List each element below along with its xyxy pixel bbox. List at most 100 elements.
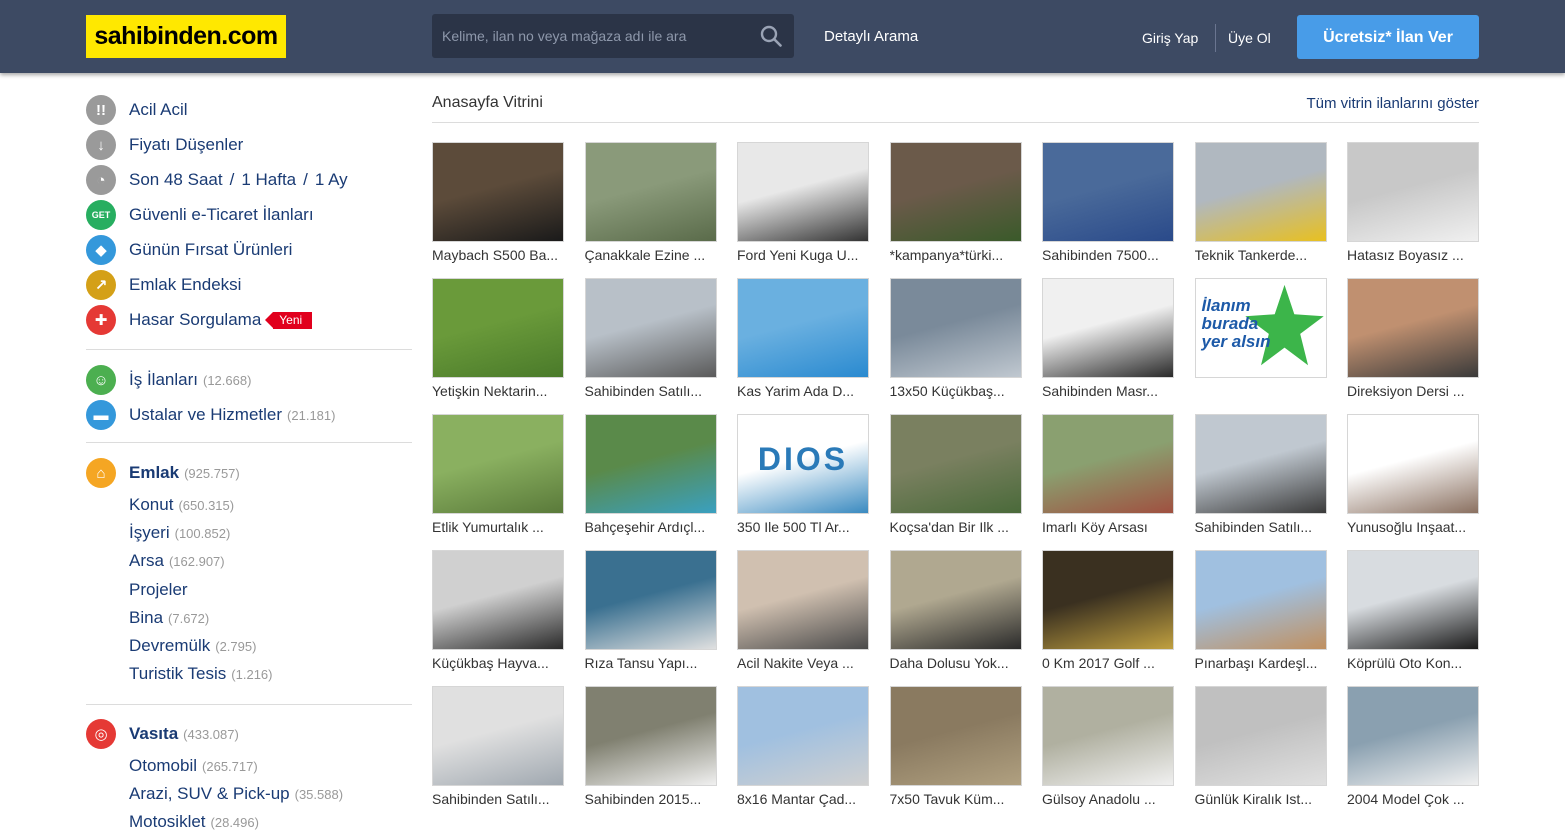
listing-title[interactable]: Köprülü Oto Kon... <box>1347 655 1479 671</box>
listing-title[interactable]: Yunusoğlu Inşaat... <box>1347 519 1479 535</box>
listing-title[interactable]: Günlük Kiralık Ist... <box>1195 791 1327 807</box>
listing-tile[interactable]: Sahibinden Masr... <box>1042 278 1174 399</box>
listing-tile[interactable]: İlanım burada yer alsın <box>1194 278 1327 383</box>
listing-tile[interactable]: Küçükbaş Hayva... <box>432 550 564 671</box>
listing-title[interactable]: 7x50 Tavuk Küm... <box>890 791 1022 807</box>
sidebar-quick-item[interactable]: ↗ Emlak Endeksi <box>86 270 241 300</box>
sidebar-quick-item-label[interactable]: Güvenli e-Ticaret İlanları <box>129 205 314 225</box>
listing-title[interactable]: 0 Km 2017 Golf ... <box>1042 655 1174 671</box>
listing-thumbnail[interactable] <box>432 142 564 242</box>
listing-tile[interactable]: Etlik Yumurtalık ... <box>432 414 564 535</box>
listing-thumbnail[interactable] <box>1347 414 1479 514</box>
listing-title[interactable]: Sahibinden Satılı... <box>432 791 564 807</box>
listing-title[interactable]: Sahibinden 2015... <box>585 791 717 807</box>
subcategory-item[interactable]: Arsa (162.907) <box>129 551 225 571</box>
listing-thumbnail[interactable] <box>1194 414 1327 514</box>
listing-thumbnail[interactable] <box>1347 550 1479 650</box>
listing-tile[interactable]: Sahibinden Satılı... <box>1194 414 1327 535</box>
listing-thumbnail[interactable] <box>1042 414 1174 514</box>
sidebar-service-item-label[interactable]: Ustalar ve Hizmetler <box>129 405 282 425</box>
listing-title[interactable]: Yetişkin Nektarin... <box>432 383 564 399</box>
advanced-search-link[interactable]: Detaylı Arama <box>824 28 918 45</box>
listing-title[interactable]: Küçükbaş Hayva... <box>432 655 564 671</box>
listing-title[interactable]: 2004 Model Çok ... <box>1347 791 1479 807</box>
listing-title[interactable]: Sahibinden Satılı... <box>1195 519 1327 535</box>
listing-thumbnail[interactable] <box>1194 550 1327 650</box>
listing-tile[interactable]: Sahibinden 7500... <box>1042 142 1174 263</box>
sidebar-quick-item[interactable]: ✚ Hasar Sorgulama Yeni <box>86 305 313 335</box>
sidebar-quick-item-label[interactable]: Günün Fırsat Ürünleri <box>129 240 292 260</box>
listing-tile[interactable]: 2004 Model Çok ... <box>1347 686 1479 807</box>
listing-thumbnail[interactable] <box>432 278 564 378</box>
listing-thumbnail[interactable] <box>889 142 1022 242</box>
sidebar-service-item-label[interactable]: İş İlanları <box>129 370 198 390</box>
listing-title[interactable]: Imarlı Köy Arsası <box>1042 519 1174 535</box>
listing-title[interactable]: 350 Ile 500 Tl Ar... <box>737 519 869 535</box>
search-icon[interactable] <box>760 25 782 47</box>
login-link[interactable]: Giriş Yap <box>1142 30 1198 46</box>
last-month-link[interactable]: 1 Ay <box>315 170 348 190</box>
listing-tile[interactable]: Çanakkale Ezine ... <box>584 142 717 263</box>
subcategory-item[interactable]: Devremülk (2.795) <box>129 636 256 656</box>
listing-title[interactable]: Etlik Yumurtalık ... <box>432 519 564 535</box>
listing-thumbnail[interactable] <box>1347 686 1479 786</box>
subcategory-item[interactable]: İşyeri (100.852) <box>129 523 230 543</box>
listing-title[interactable]: Kas Yarim Ada D... <box>737 383 869 399</box>
site-logo[interactable]: sahibinden.com <box>86 15 286 58</box>
listing-title[interactable]: Sahibinden Satılı... <box>585 383 717 399</box>
sidebar-quick-item-label[interactable]: Son 48 Saat <box>129 170 223 190</box>
subcategory-label[interactable]: Konut <box>129 495 173 514</box>
listing-tile[interactable]: Sahibinden Satılı... <box>432 686 564 807</box>
listing-thumbnail[interactable] <box>889 278 1022 378</box>
listing-tile[interactable]: Kas Yarim Ada D... <box>737 278 869 399</box>
subcategory-label[interactable]: İşyeri <box>129 523 170 542</box>
listing-thumbnail[interactable] <box>1194 142 1327 242</box>
sidebar-service-item[interactable]: ▬ Ustalar ve Hizmetler (21.181) <box>86 400 335 430</box>
listing-thumbnail[interactable] <box>584 278 717 378</box>
listing-title[interactable]: Koçsa'dan Bir Ilk ... <box>890 519 1022 535</box>
sidebar-quick-item[interactable]: ◆ Günün Fırsat Ürünleri <box>86 235 292 265</box>
last-week-link[interactable]: 1 Hafta <box>241 170 296 190</box>
listing-title[interactable]: Ford Yeni Kuga U... <box>737 247 869 263</box>
listing-title[interactable]: Gülsoy Anadolu ... <box>1042 791 1174 807</box>
listing-thumbnail[interactable] <box>1194 686 1327 786</box>
category-vasita-label[interactable]: Vasıta <box>129 724 178 744</box>
subcategory-label[interactable]: Motosiklet <box>129 812 206 831</box>
listing-tile[interactable]: Günlük Kiralık Ist... <box>1194 686 1327 807</box>
listing-title[interactable]: Teknik Tankerde... <box>1195 247 1327 263</box>
listing-title[interactable]: Daha Dolusu Yok... <box>890 655 1022 671</box>
listing-title[interactable]: Bahçeşehir Ardıçl... <box>585 519 717 535</box>
listing-thumbnail[interactable] <box>584 142 717 242</box>
listing-tile[interactable]: 8x16 Mantar Çad... <box>737 686 869 807</box>
listing-tile[interactable]: Hatasız Boyasız ... <box>1347 142 1479 263</box>
search-input[interactable] <box>432 14 750 58</box>
listing-tile[interactable]: Imarlı Köy Arsası <box>1042 414 1174 535</box>
sidebar-quick-item-label[interactable]: Fiyatı Düşenler <box>129 135 243 155</box>
listing-tile[interactable]: Yetişkin Nektarin... <box>432 278 564 399</box>
subcategory-label[interactable]: Otomobil <box>129 756 197 775</box>
subcategory-label[interactable]: Devremülk <box>129 636 210 655</box>
listing-tile[interactable]: Acil Nakite Veya ... <box>737 550 869 671</box>
listing-title[interactable]: *kampanya*türki... <box>890 247 1022 263</box>
register-link[interactable]: Üye Ol <box>1228 30 1271 46</box>
listing-title[interactable]: Direksiyon Dersi ... <box>1347 383 1479 399</box>
listing-title[interactable]: Çanakkale Ezine ... <box>585 247 717 263</box>
listing-thumbnail[interactable] <box>1347 278 1479 378</box>
sidebar-quick-item-label[interactable]: Hasar Sorgulama <box>129 310 261 330</box>
listing-tile[interactable]: Daha Dolusu Yok... <box>889 550 1022 671</box>
listing-thumbnail[interactable]: DIOS <box>737 414 869 514</box>
listing-title[interactable]: Acil Nakite Veya ... <box>737 655 869 671</box>
listing-thumbnail[interactable] <box>889 686 1022 786</box>
listing-tile[interactable]: *kampanya*türki... <box>889 142 1022 263</box>
listing-tile[interactable]: Ford Yeni Kuga U... <box>737 142 869 263</box>
sidebar-quick-item-label[interactable]: Emlak Endeksi <box>129 275 241 295</box>
listing-thumbnail[interactable] <box>584 550 717 650</box>
listing-tile[interactable]: 7x50 Tavuk Küm... <box>889 686 1022 807</box>
listing-tile[interactable]: 13x50 Küçükbaş... <box>889 278 1022 399</box>
listing-thumbnail[interactable] <box>737 142 869 242</box>
listing-thumbnail[interactable]: İlanım burada yer alsın <box>1194 278 1327 378</box>
listing-tile[interactable]: Sahibinden Satılı... <box>584 278 717 399</box>
sidebar-quick-item[interactable]: !! Acil Acil <box>86 95 188 125</box>
listing-thumbnail[interactable] <box>737 550 869 650</box>
subcategory-item[interactable]: Konut (650.315) <box>129 495 234 515</box>
